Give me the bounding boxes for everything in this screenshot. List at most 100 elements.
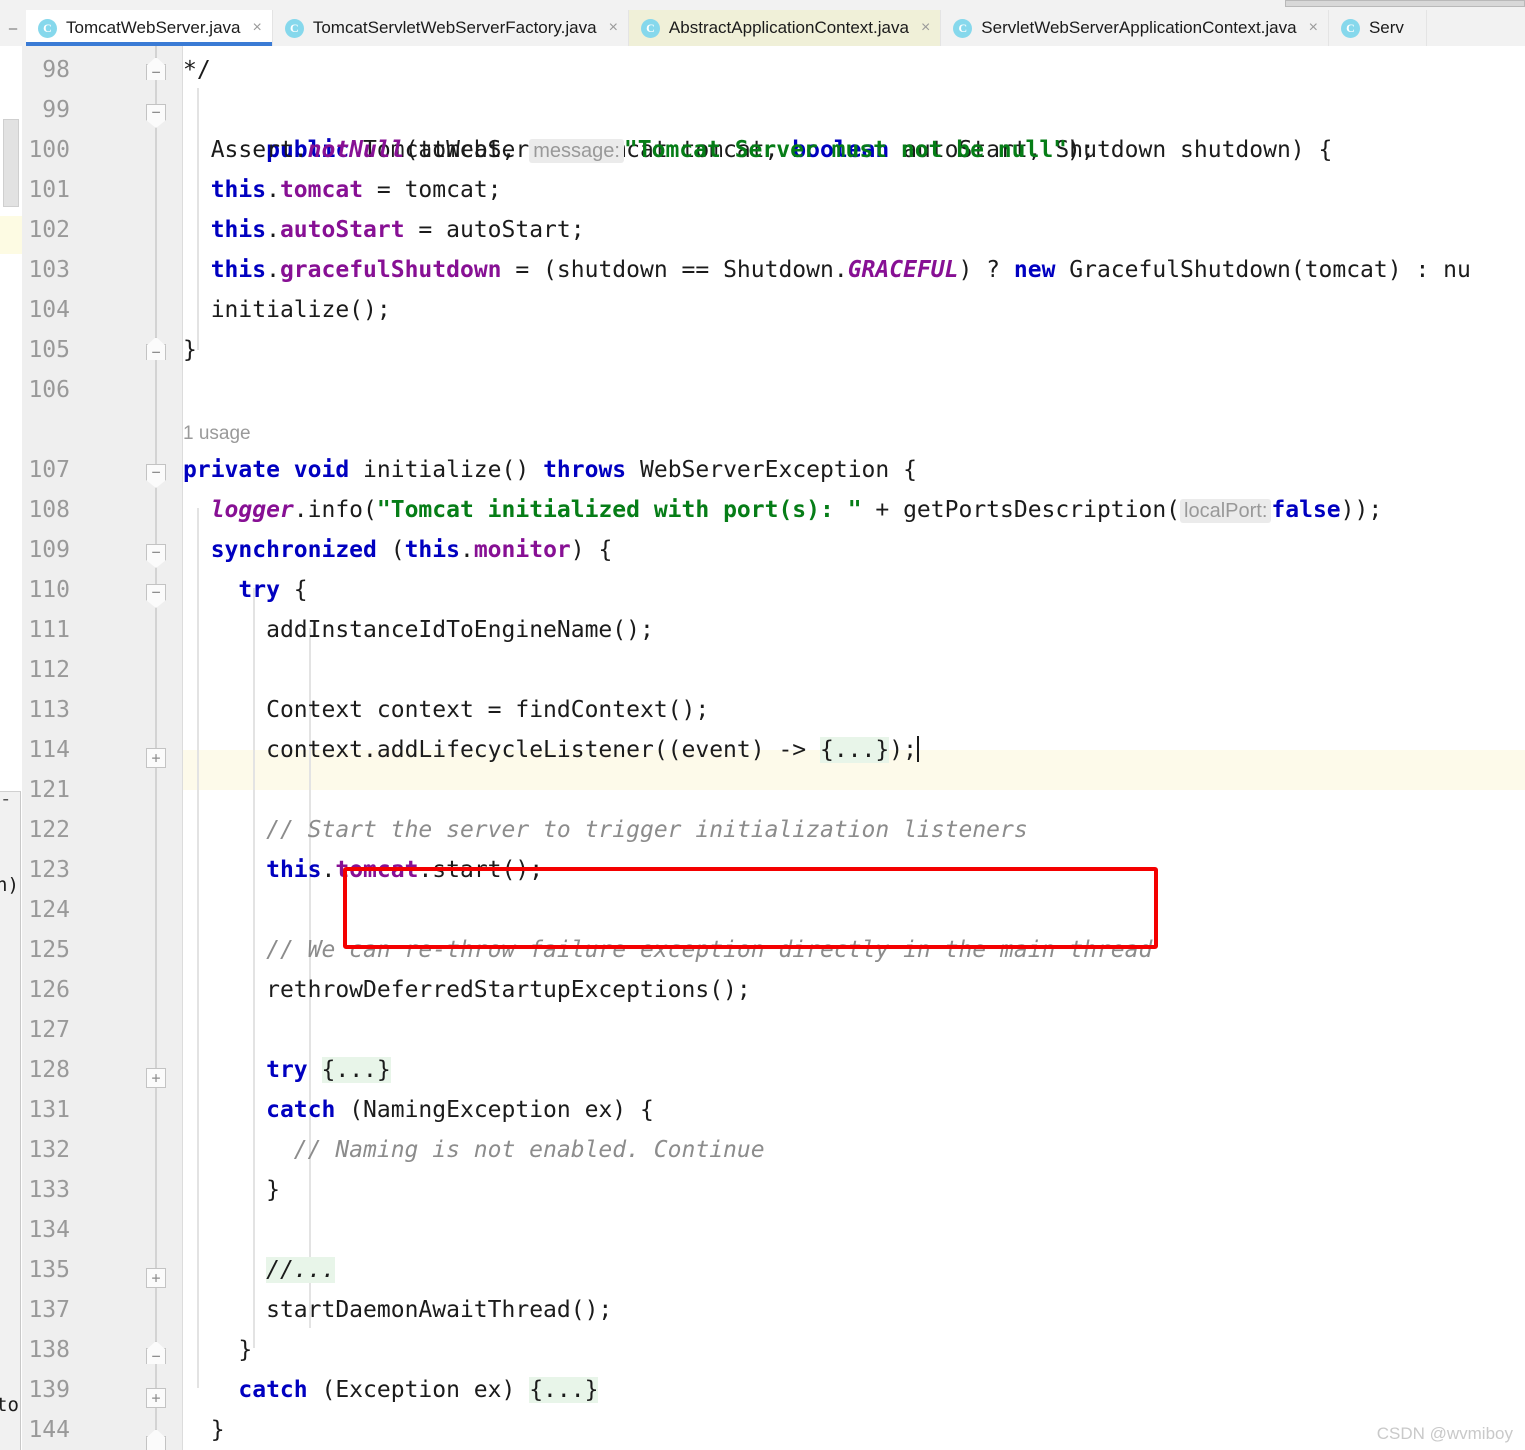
editor-gutter[interactable]: 98 99 100 101 102 103 104 105 106 107 10… <box>22 46 183 1450</box>
line-number: 139 <box>28 1377 70 1403</box>
fold-marker-start[interactable]: − <box>146 464 166 480</box>
code-keyword-synchronized: synchronized <box>210 537 377 563</box>
line-number: 110 <box>28 577 70 603</box>
code-editor[interactable]: - n) to 98 99 100 101 102 103 104 105 10… <box>0 46 1525 1450</box>
code-line-109-post: ) { <box>570 537 613 563</box>
line-number: 131 <box>28 1097 70 1123</box>
code-line-100-mid: (tomcat, <box>404 137 530 163</box>
code-content[interactable]: */ public TomcatWebServer(Tomcat tomcat,… <box>183 46 1525 1450</box>
editor-tab-servletwebserverapplicationcontext[interactable]: C ServletWebServerApplicationContext.jav… <box>941 10 1329 46</box>
line-number: 104 <box>28 297 70 323</box>
line-number: 105 <box>28 337 70 363</box>
line-number: 121 <box>28 777 70 803</box>
line-number: 109 <box>28 537 70 563</box>
fold-marker-collapsed[interactable]: + <box>146 1268 166 1288</box>
param-hint-message: message: <box>529 139 624 163</box>
code-line-102-post: = autoStart; <box>404 217 585 243</box>
line-number: 101 <box>28 177 70 203</box>
line-number: 137 <box>28 1297 70 1323</box>
editor-tab-label: Serv <box>1368 18 1404 37</box>
code-keyword-this: this <box>210 177 267 203</box>
line-number: 133 <box>28 1177 70 1203</box>
code-keyword-catch: catch <box>266 1097 336 1123</box>
fold-marker-collapsed[interactable]: + <box>146 748 166 768</box>
editor-tab-truncated[interactable]: C Serv <box>1328 10 1427 46</box>
code-keyword-catch: catch <box>238 1377 308 1403</box>
code-line-144: } <box>210 1417 225 1443</box>
fold-placeholder-lambda[interactable]: {...} <box>819 737 890 763</box>
fold-marker-collapsed[interactable]: + <box>146 1388 166 1408</box>
fold-marker-start[interactable]: − <box>146 544 166 560</box>
code-static-notnull: notNull <box>307 137 405 163</box>
java-class-icon: C <box>38 18 57 38</box>
line-number: 103 <box>28 257 70 283</box>
line-number: 107 <box>28 457 70 483</box>
code-keyword-new: new <box>1013 257 1056 283</box>
fold-placeholder-catch-block[interactable]: {...} <box>529 1377 599 1403</box>
code-keyword-void: void <box>293 457 350 483</box>
code-line-104: initialize(); <box>210 297 391 323</box>
code-line-108-mid2: + getPortsDescription( <box>861 497 1181 523</box>
java-class-icon: C <box>284 18 304 38</box>
line-number: 126 <box>28 977 70 1003</box>
usage-inlay-hint[interactable]: 1 usage <box>183 423 251 444</box>
code-line-111: addInstanceIdToEngineName(); <box>266 617 654 643</box>
editor-tab-label: TomcatServletWebServerFactory.java <box>312 18 597 37</box>
horizontal-scrollbar-thumb[interactable] <box>1285 0 1525 7</box>
code-line-101-post: = tomcat; <box>363 177 502 203</box>
code-keyword-try: try <box>238 577 280 603</box>
editor-tab-tomcatwebserver[interactable]: C TomcatWebServer.java × <box>26 10 273 46</box>
fold-marker-start[interactable]: − <box>146 584 166 600</box>
code-line-114-post: ); <box>889 737 917 763</box>
fold-marker-end[interactable]: − <box>146 64 166 80</box>
fold-marker-end[interactable]: − <box>146 344 166 360</box>
tab-list-collapse-icon[interactable]: – <box>0 10 26 46</box>
fold-marker-collapsed[interactable]: + <box>146 1068 166 1088</box>
fold-placeholder-try-block[interactable]: {...} <box>321 1057 391 1083</box>
code-enum-graceful: GRACEFUL <box>847 257 959 283</box>
code-line-103-mid: = (shutdown == Shutdown. <box>501 257 848 283</box>
code-line-110-post: { <box>279 577 308 603</box>
code-line-133: } <box>266 1177 280 1203</box>
code-line-113: Context context = findContext(); <box>266 697 710 723</box>
close-icon[interactable]: × <box>921 20 930 36</box>
code-line-109-mid: ( <box>376 537 405 563</box>
code-line-107-post: WebServerException { <box>626 457 917 483</box>
code-method-initialize: initialize() <box>349 457 544 483</box>
code-line-100-pre: Assert. <box>210 137 308 163</box>
editor-tab-abstractapplicationcontext[interactable]: C AbstractApplicationContext.java × <box>628 10 942 46</box>
code-field-tomcat: tomcat <box>279 177 364 203</box>
code-comment-naming: // Naming is not enabled. Continue <box>293 1137 765 1163</box>
line-number: 100 <box>28 137 70 163</box>
fold-marker-end[interactable]: − <box>146 1348 166 1364</box>
line-number: 99 <box>42 97 70 123</box>
code-dot: . <box>266 217 280 243</box>
code-line-108-mid: .info( <box>293 497 377 523</box>
code-string-literal: "Tomcat initialized with port(s): " <box>376 497 862 523</box>
fold-marker-start[interactable]: − <box>146 104 166 120</box>
line-number: 132 <box>28 1137 70 1163</box>
line-number: 138 <box>28 1337 70 1363</box>
code-line-108-post: )); <box>1340 497 1383 523</box>
code-keyword-private: private <box>183 457 280 483</box>
param-hint-localport: localPort: <box>1180 499 1272 523</box>
code-field-tomcat: tomcat <box>335 857 419 883</box>
code-comment-rethrow: // We can re-throw failure exception dir… <box>266 937 1153 963</box>
close-icon[interactable]: × <box>609 20 618 36</box>
editor-tab-bar: – C TomcatWebServer.java × C TomcatServl… <box>0 10 1525 46</box>
code-dot: . <box>266 177 280 203</box>
code-line-114-pre: context.addLifecycleListener((event) -> <box>266 737 820 763</box>
line-number: 106 <box>28 377 70 403</box>
close-icon[interactable]: × <box>1309 20 1318 36</box>
close-icon[interactable]: × <box>252 20 261 36</box>
line-number: 135 <box>28 1257 70 1283</box>
code-keyword-false: false <box>1271 497 1341 523</box>
code-line-131-post: (NamingException ex) { <box>335 1097 654 1123</box>
fold-marker-end-partial[interactable] <box>146 1436 166 1450</box>
watermark-text: CSDN @wvmiboy <box>1376 1424 1513 1443</box>
editor-tab-label: TomcatWebServer.java <box>66 18 241 37</box>
code-comment-start-server: // Start the server to trigger initializ… <box>266 817 1028 843</box>
fold-placeholder-comment[interactable]: //... <box>266 1257 336 1283</box>
editor-tab-tomcatservletwebserverfactory[interactable]: C TomcatServletWebServerFactory.java × <box>272 10 629 46</box>
code-dot: . <box>266 257 280 283</box>
